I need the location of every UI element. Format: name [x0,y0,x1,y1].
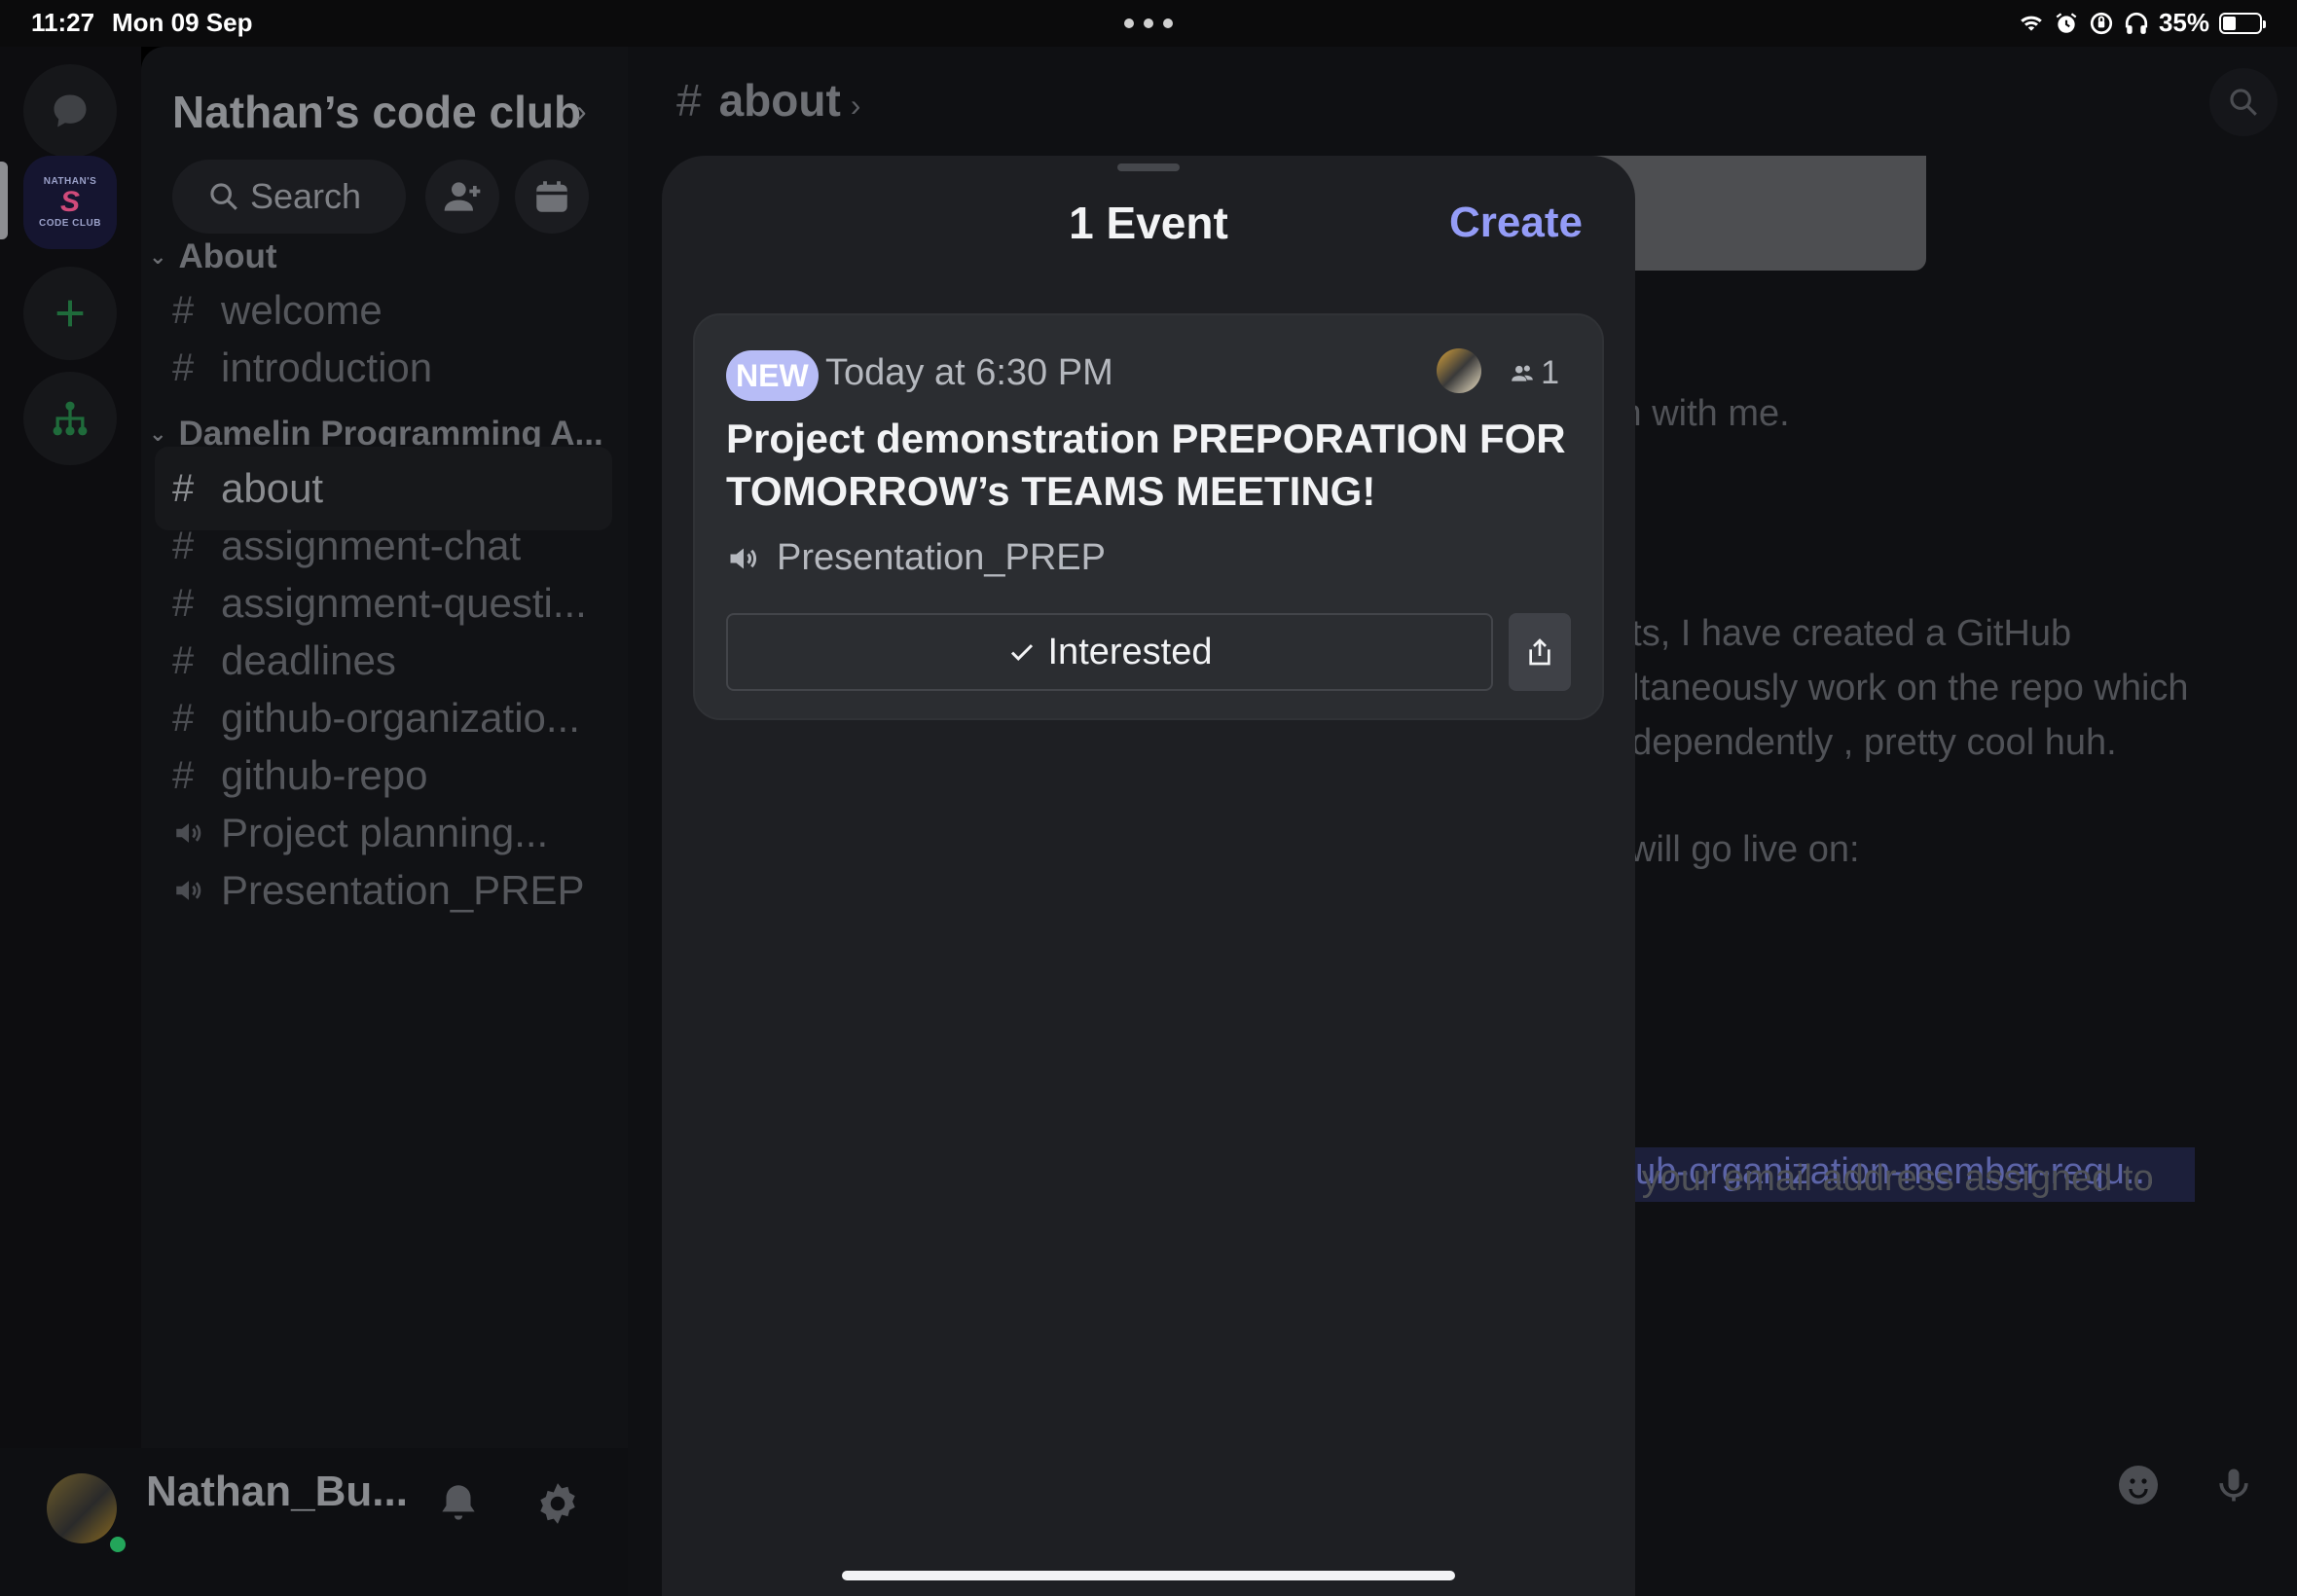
alarm-icon [2056,12,2077,33]
server-name[interactable]: Nathan’s code club [172,86,581,138]
server-icon-nathans-code-club[interactable]: NATHAN'S S CODE CLUB [23,156,117,249]
checkmark-icon [1010,644,1033,661]
event-card[interactable]: NEW Today at 6:30 PM 1 Project demonstra… [693,313,1604,720]
status-icons: 35% [2019,8,2266,38]
event-name: Project demonstration PREPORATION FOR TO… [726,416,1566,514]
username[interactable]: Nathan_Bu... [146,1468,408,1516]
user-avatar[interactable] [47,1473,117,1543]
search-label: Search [250,176,362,216]
message-text: ndependently , pretty cool huh. [1611,722,2117,763]
invite-members-button[interactable] [425,160,499,234]
server-logo-subtext: CODE CLUB [39,218,101,229]
chevron-down-icon: ⌄ [149,421,167,446]
calendar-icon [536,181,567,212]
channel-label: introduction [221,345,433,390]
channel-introduction[interactable]: # introduction [155,326,612,410]
interested-label: Interested [1047,631,1213,672]
message-text: nts, I have created a GitHub [1611,613,2072,654]
server-rail: NATHAN'S S CODE CLUB [0,47,141,1596]
speaker-icon [172,874,221,907]
interested-count: 1 [1510,354,1559,392]
chat-bubble-icon [54,94,87,127]
notification-bell-icon[interactable] [434,1479,483,1528]
add-member-icon [444,182,481,211]
event-location: Presentation_PREP [726,537,1106,579]
speaker-icon [172,816,221,850]
channel-header-title: about [718,75,841,126]
channel-header[interactable]: # about › [676,74,860,127]
status-time: 11:27 [31,8,95,37]
direct-messages-button[interactable] [23,64,117,158]
event-location-label: Presentation_PREP [777,537,1106,578]
share-icon [1529,638,1550,666]
hub-icon [53,401,88,436]
event-time: Today at 6:30 PM [825,352,1113,393]
settings-gear-icon[interactable] [533,1479,582,1528]
message-text: ultaneously work on the repo which [1611,668,2189,708]
people-icon [1512,365,1533,381]
status-bar: 11:27 Mon 09 Sep 35% [0,0,2297,47]
channel-label: Presentation_PREP [221,867,585,913]
voice-channel-presentation-prep[interactable]: Presentation_PREP [155,849,612,932]
status-date: Mon 09 Sep [112,8,253,37]
message-text: o your email address assigned to [1611,1158,2154,1199]
headphones-icon [2125,12,2148,34]
search-icon [2230,89,2257,116]
hash-icon: # [172,345,195,389]
message-text: m with me. [1611,393,1790,434]
new-badge: NEW [726,350,819,401]
message-image [1591,156,1926,271]
chevron-down-icon: ⌄ [149,244,167,269]
multitasking-dots-icon[interactable] [1124,18,1173,28]
orientation-lock-icon [2090,12,2113,34]
search-button[interactable]: Search [172,160,406,234]
search-icon [210,183,237,210]
online-status-icon [105,1532,130,1557]
chevron-right-icon: › [576,93,587,128]
events-sheet: 1 Event Create NEW Today at 6:30 PM 1 Pr… [662,156,1635,1596]
sheet-grabber[interactable] [1117,163,1180,171]
microphone-icon[interactable] [2206,1458,2261,1512]
share-event-button[interactable] [1509,613,1571,691]
server-logo-mark: S [59,186,80,218]
user-panel: Nathan_Bu... [0,1448,628,1596]
home-indicator[interactable] [842,1571,1455,1580]
chevron-right-icon: › [850,88,861,123]
channel-sidebar: Nathan’s code club › Search ⌄ About # welc… [141,47,628,1448]
speaker-icon [730,548,756,568]
chat-search-button[interactable] [2209,68,2278,136]
battery-percent: 35% [2158,8,2209,37]
interested-button[interactable]: Interested [726,613,1493,691]
emoji-icon[interactable] [2111,1458,2166,1512]
create-event-button[interactable]: Create [1449,199,1583,247]
battery-icon [2219,12,2266,34]
selected-server-indicator [0,162,8,239]
event-host-avatar [1437,348,1481,393]
interested-count-value: 1 [1541,354,1559,391]
hash-icon: # [676,75,702,126]
wifi-icon [2021,16,2042,31]
add-server-button[interactable] [23,267,117,360]
discover-servers-button[interactable] [23,372,117,465]
plus-icon [56,300,84,327]
events-button[interactable] [515,160,589,234]
message-text: l will go live on: [1611,829,1860,870]
